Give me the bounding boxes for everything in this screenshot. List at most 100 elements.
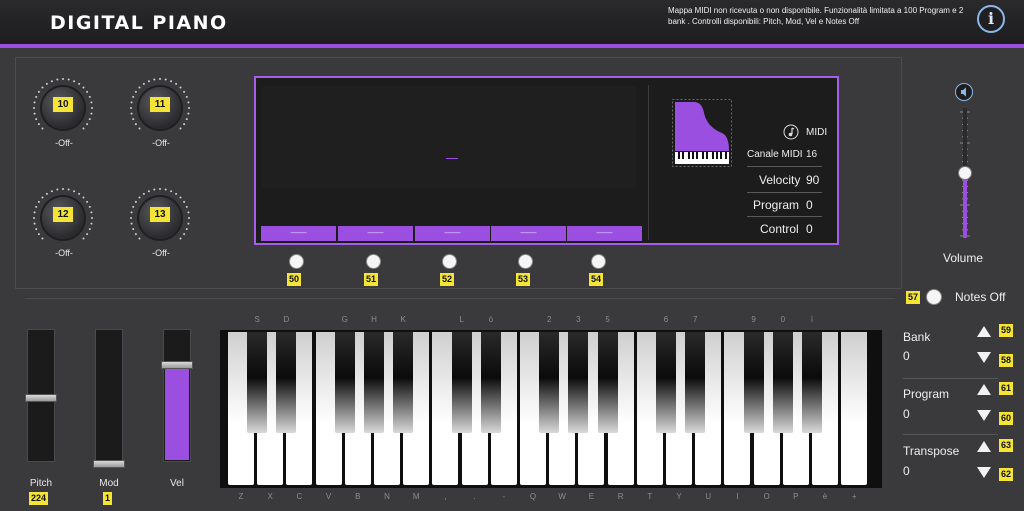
black-key[interactable] (772, 332, 793, 433)
preset-button-1[interactable] (289, 254, 304, 269)
velocity-slider-thumb[interactable] (161, 361, 193, 369)
key-shortcut-label: H (371, 315, 377, 324)
key-shortcut-label: C (296, 492, 303, 501)
transpose-down-icon[interactable] (977, 467, 991, 478)
row-divider (747, 166, 822, 167)
notes-off-label: Notes Off (955, 290, 1006, 304)
preset-button-5[interactable] (591, 254, 606, 269)
preset-slot-3[interactable]: —— (415, 226, 490, 241)
info-button[interactable]: i (977, 5, 1005, 33)
key-shortcut-label: + (851, 492, 857, 501)
key-shortcut-label: B (355, 492, 361, 501)
pitch-label: Pitch (29, 478, 53, 489)
program-down-cc-badge: 60 (999, 412, 1014, 425)
black-key[interactable] (597, 332, 618, 433)
black-key[interactable] (656, 332, 676, 433)
midi-channel-label: Canale MIDI (747, 149, 803, 160)
preset-cc-badge: 50 (287, 273, 302, 286)
velocity-slider-fill (165, 366, 189, 460)
preset-slot-5[interactable]: —— (567, 226, 642, 241)
key-shortcut-label: 5 (605, 315, 610, 324)
preset-button-3[interactable] (442, 254, 457, 269)
program-down-icon[interactable] (977, 410, 991, 421)
key-shortcut-label: Z (238, 492, 244, 501)
knob-cc-11[interactable]: 11 (128, 76, 192, 140)
key-shortcut-label: 0 (780, 315, 786, 324)
black-key[interactable] (480, 332, 501, 433)
preset-slot-1[interactable]: —— (261, 226, 336, 241)
black-key[interactable] (247, 332, 268, 433)
transpose-value: 0 (903, 464, 910, 478)
midi-notice: Mappa MIDI non ricevuta o non disponibil… (668, 6, 964, 26)
key-shortcut-label: R (617, 492, 624, 501)
key-shortcut-label: ì (810, 315, 814, 324)
knob-cc-10[interactable]: 10 (31, 76, 95, 140)
bank-up-icon[interactable] (977, 326, 991, 337)
black-key[interactable] (568, 332, 589, 433)
key-shortcut-label: K (400, 315, 406, 324)
transpose-up-cc-badge: 63 (999, 439, 1014, 452)
preset-cc-badge: 54 (589, 273, 604, 286)
key-shortcut-label: T (647, 492, 653, 501)
row-divider (747, 192, 822, 193)
volume-thumb[interactable] (958, 166, 972, 180)
key-shortcut-label: 7 (692, 315, 698, 324)
program-value: 0 (903, 407, 910, 421)
key-shortcut-label: G (341, 315, 348, 324)
black-key[interactable] (334, 332, 355, 433)
notes-off-button[interactable] (926, 289, 942, 305)
bank-value: 0 (903, 349, 910, 363)
knob-label: -Off- (152, 248, 170, 258)
key-shortcut-label: ò (488, 315, 494, 324)
key-shortcut-label: Y (676, 492, 682, 501)
key-shortcut-label: D (283, 315, 290, 324)
transpose-down-cc-badge: 62 (999, 468, 1014, 481)
row-divider (747, 216, 822, 217)
white-key[interactable] (841, 332, 868, 485)
mod-slider[interactable] (95, 329, 123, 462)
transpose-up-icon[interactable] (977, 441, 991, 452)
key-shortcut-label: - (502, 492, 506, 501)
knob-label: -Off- (152, 138, 170, 148)
preset-button-4[interactable] (518, 254, 533, 269)
pitch-slider-thumb[interactable] (25, 394, 57, 402)
black-key[interactable] (685, 332, 706, 433)
preset-slot-4[interactable]: —— (491, 226, 566, 241)
speaker-icon[interactable] (955, 83, 973, 101)
control-display-value: 0 (806, 222, 813, 236)
volume-fill (963, 173, 967, 238)
grand-piano-icon (672, 99, 732, 167)
display-screen (262, 86, 636, 188)
section-divider (903, 434, 998, 435)
key-shortcut-label: W (558, 492, 566, 501)
bank-down-icon[interactable] (977, 352, 991, 363)
notes-off-cc-badge: 57 (906, 291, 921, 304)
velocity-label: Velocity (759, 173, 801, 187)
bank-label: Bank (903, 330, 931, 344)
key-shortcut-label: I (736, 492, 739, 501)
black-key[interactable] (539, 332, 560, 433)
preset-slot-2[interactable]: —— (338, 226, 413, 241)
midi-note-icon (783, 124, 799, 140)
keys-container (220, 330, 882, 488)
black-key[interactable] (802, 332, 822, 433)
preset-cc-badge: 53 (516, 273, 531, 286)
black-key[interactable] (364, 332, 384, 433)
knob-cc-13[interactable]: 13 (128, 186, 192, 250)
knob-label: -Off- (55, 138, 73, 148)
key-shortcut-label: 6 (663, 315, 669, 324)
key-shortcut-label: 3 (576, 315, 581, 324)
black-key[interactable] (393, 332, 414, 433)
black-key[interactable] (743, 332, 764, 433)
mod-slider-thumb[interactable] (93, 460, 125, 468)
key-shortcut-label: O (763, 492, 770, 501)
knob-cc-12[interactable]: 12 (31, 186, 95, 250)
program-label: Program (903, 387, 950, 401)
black-key[interactable] (276, 332, 297, 433)
program-up-icon[interactable] (977, 384, 991, 395)
key-shortcut-label: E (588, 492, 595, 501)
mod-label: Mod (99, 478, 119, 489)
black-key[interactable] (451, 332, 472, 433)
preset-button-2[interactable] (366, 254, 381, 269)
program-up-cc-badge: 61 (999, 382, 1014, 395)
